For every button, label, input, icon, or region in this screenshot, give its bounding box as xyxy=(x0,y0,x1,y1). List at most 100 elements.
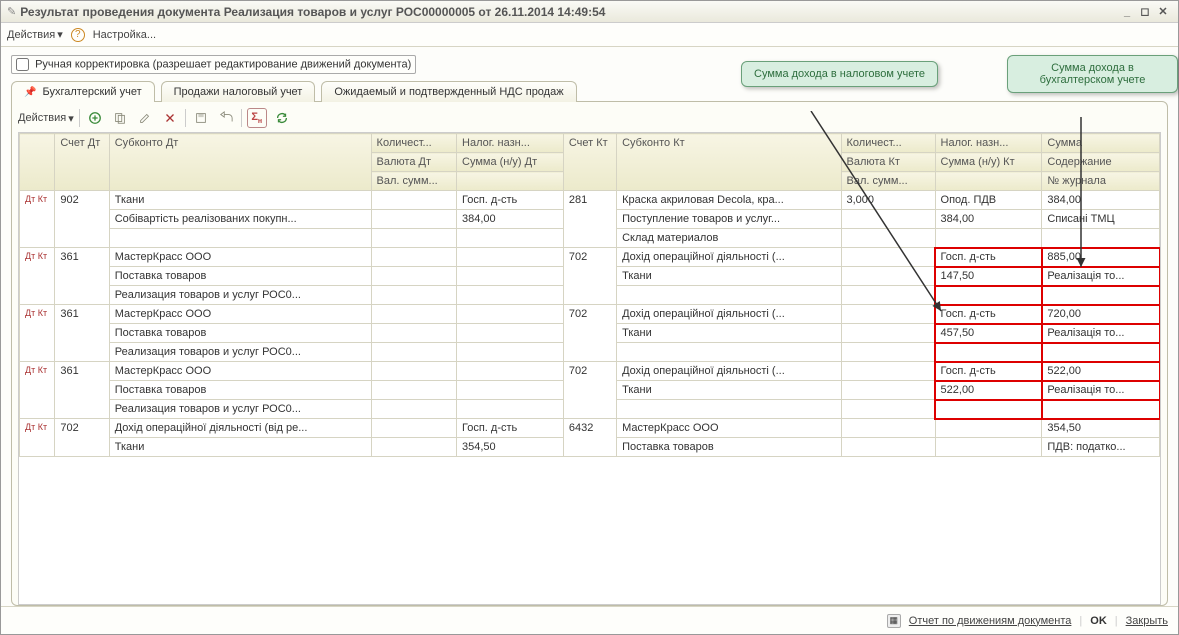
cell-kolich-dt xyxy=(371,248,456,267)
help-icon[interactable]: ? xyxy=(71,28,85,42)
cell-nalog-kt xyxy=(935,419,1042,438)
table-row[interactable]: Дт Кт 702 Дохід операційної діяльності (… xyxy=(20,419,1160,438)
save-button[interactable] xyxy=(191,108,211,128)
hdr-soderzhanie[interactable]: Содержание xyxy=(1042,153,1160,172)
cell-subkonto-dt: Ткани xyxy=(109,438,371,457)
table-row[interactable]: Дт Кт 902 Ткани Госп. д-сть 281 Краска а… xyxy=(20,191,1160,210)
manual-edit-input[interactable] xyxy=(16,58,29,71)
cell-summa: 720,00 xyxy=(1042,305,1160,324)
tab-accounting-label: Бухгалтерский учет xyxy=(43,86,142,98)
cell-nalog-dt: Госп. д-сть xyxy=(457,191,564,210)
table-row[interactable]: Дт Кт 361 МастерКрасс ООО 702 Дохід опер… xyxy=(20,248,1160,267)
menu-actions-label: Действия xyxy=(7,29,55,41)
cell-summa-nu-dt xyxy=(457,267,564,286)
hdr-summa-nu-dt[interactable]: Сумма (н/у) Дт xyxy=(457,153,564,172)
close-button[interactable]: ✕ xyxy=(1154,5,1172,18)
hdr-valsum-dt[interactable]: Вал. сумм... xyxy=(371,172,456,191)
refresh-button[interactable] xyxy=(272,108,292,128)
hdr-subkonto-kt[interactable]: Субконто Кт xyxy=(617,134,841,191)
cell-subkonto-dt: Реализация товаров и услуг РОС0... xyxy=(109,343,371,362)
hdr-schet-kt[interactable]: Счет Кт xyxy=(563,134,616,191)
cell-nalog-kt: Госп. д-сть xyxy=(935,362,1042,381)
cell-kolich-kt: 3,000 xyxy=(841,191,935,210)
titlebar: ✎ Результат проведения документа Реализа… xyxy=(1,1,1178,23)
hdr-schet-dt[interactable]: Счет Дт xyxy=(55,134,109,191)
manual-edit-checkbox[interactable]: Ручная корректировка (разрешает редактир… xyxy=(11,55,416,74)
cell-valuta-dt xyxy=(371,381,456,400)
table-row[interactable]: Дт Кт 361 МастерКрасс ООО 702 Дохід опер… xyxy=(20,305,1160,324)
cell-summa-nu-kt: 457,50 xyxy=(935,324,1042,343)
cell-empty xyxy=(841,343,935,362)
hdr-summa-nu-kt[interactable]: Сумма (н/у) Кт xyxy=(935,153,1042,172)
cell-kolich-kt xyxy=(841,419,935,438)
cell-empty xyxy=(935,343,1042,362)
hdr-nalog-kt[interactable]: Налог. назн... xyxy=(935,134,1042,153)
cell-summa-nu-dt: 354,50 xyxy=(457,438,564,457)
cell-subkonto-kt: Ткани xyxy=(617,324,841,343)
hdr-empty1[interactable] xyxy=(457,172,564,191)
cell-schet-dt: 902 xyxy=(55,191,109,248)
hdr-valuta-kt[interactable]: Валюта Кт xyxy=(841,153,935,172)
copy-button[interactable] xyxy=(110,108,130,128)
cell-subkonto-dt: МастерКрасс ООО xyxy=(109,362,371,381)
manual-edit-label: Ручная корректировка (разрешает редактир… xyxy=(35,58,411,70)
delete-button[interactable] xyxy=(160,108,180,128)
hdr-empty2[interactable] xyxy=(935,172,1042,191)
cell-valuta-dt xyxy=(371,210,456,229)
hdr-valsum-kt[interactable]: Вал. сумм... xyxy=(841,172,935,191)
tab-accounting[interactable]: 📌 Бухгалтерский учет xyxy=(11,81,155,102)
cell-summa-nu-kt: 147,50 xyxy=(935,267,1042,286)
edit-button[interactable] xyxy=(135,108,155,128)
cell-subkonto-kt: Склад материалов xyxy=(617,229,841,248)
hdr-kolich[interactable]: Количест... xyxy=(371,134,456,153)
table-row[interactable]: Дт Кт 361 МастерКрасс ООО 702 Дохід опер… xyxy=(20,362,1160,381)
cell-subkonto-kt xyxy=(617,400,841,419)
ok-button[interactable]: OK xyxy=(1090,615,1107,627)
accounting-grid: Счет Дт Субконто Дт Количест... Налог. н… xyxy=(19,133,1160,457)
cell-summa-nu-dt xyxy=(457,381,564,400)
hdr-valuta-dt[interactable]: Валюта Дт xyxy=(371,153,456,172)
cell-subkonto-dt: Реализация товаров и услуг РОС0... xyxy=(109,400,371,419)
undo-button[interactable] xyxy=(216,108,236,128)
row-indicator: Дт Кт xyxy=(20,248,55,305)
maximize-button[interactable]: ◻ xyxy=(1136,5,1154,18)
menu-actions[interactable]: Действия ▾ xyxy=(7,28,63,41)
document-icon: ✎ xyxy=(7,5,16,18)
footer: ▦ Отчет по движениям документа | OK | За… xyxy=(1,606,1178,634)
grid-wrap[interactable]: Счет Дт Субконто Дт Количест... Налог. н… xyxy=(18,132,1161,605)
cell-summa: 384,00 xyxy=(1042,191,1160,210)
cell-soderzhanie: ПДВ: податко... xyxy=(1042,438,1160,457)
row-indicator: Дт Кт xyxy=(20,362,55,419)
cell-empty xyxy=(371,343,456,362)
cell-empty xyxy=(371,400,456,419)
hdr-subkonto-dt[interactable]: Субконто Дт xyxy=(109,134,371,191)
sum-button[interactable]: Σн xyxy=(247,108,267,128)
cell-empty xyxy=(841,400,935,419)
cell-empty xyxy=(1042,286,1160,305)
hdr-icon[interactable] xyxy=(20,134,55,191)
cell-empty xyxy=(371,286,456,305)
close-link[interactable]: Закрыть xyxy=(1126,615,1168,627)
hdr-summa[interactable]: Сумма xyxy=(1042,134,1160,153)
cell-valuta-dt xyxy=(371,267,456,286)
tab-sales-tax[interactable]: Продажи налоговый учет xyxy=(161,81,316,102)
cell-subkonto-kt: Дохід операційної діяльності (... xyxy=(617,362,841,381)
cell-soderzhanie: Списані ТМЦ xyxy=(1042,210,1160,229)
menu-settings[interactable]: Настройка... xyxy=(93,29,156,41)
add-button[interactable] xyxy=(85,108,105,128)
cell-empty xyxy=(935,400,1042,419)
cell-schet-dt: 361 xyxy=(55,305,109,362)
cell-empty xyxy=(457,400,564,419)
cell-subkonto-kt: Краска акриловая Decola, кра... xyxy=(617,191,841,210)
inner-actions[interactable]: Действия ▾ xyxy=(18,112,74,125)
hdr-nozhurn[interactable]: № журнала xyxy=(1042,172,1160,191)
report-link[interactable]: Отчет по движениям документа xyxy=(909,615,1072,627)
cell-soderzhanie: Реалізація то... xyxy=(1042,381,1160,400)
cell-valuta-kt xyxy=(841,210,935,229)
cell-summa: 885,00 xyxy=(1042,248,1160,267)
hdr-kolich-kt[interactable]: Количест... xyxy=(841,134,935,153)
inner-actions-label: Действия xyxy=(18,112,66,124)
tab-vat[interactable]: Ожидаемый и подтвержденный НДС продаж xyxy=(321,81,576,102)
minimize-button[interactable]: _ xyxy=(1118,6,1136,18)
hdr-nalog-dt[interactable]: Налог. назн... xyxy=(457,134,564,153)
